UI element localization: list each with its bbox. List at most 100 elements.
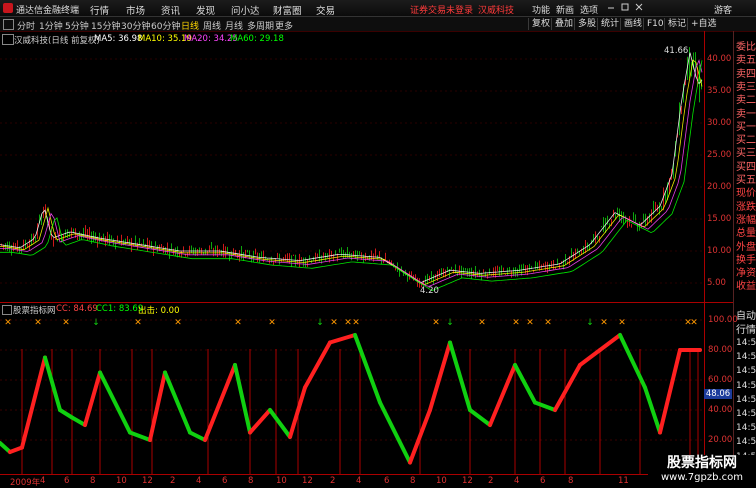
oscillator-segment — [618, 333, 647, 390]
menu-news[interactable]: 资讯 — [161, 3, 180, 17]
month-label: 12 — [462, 476, 473, 486]
menu-wealth[interactable]: 财富圈 — [273, 3, 302, 17]
menu-market[interactable]: 市场 — [126, 3, 145, 17]
month-label: 10 — [276, 476, 287, 486]
oscillator-segment — [58, 408, 74, 420]
menu-discover[interactable]: 发现 — [196, 3, 215, 17]
cc-value: CC: 84.69 — [56, 304, 98, 314]
signal-marker: ✕ — [690, 318, 698, 328]
menu-ask[interactable]: 问小达 — [231, 3, 260, 17]
top-stock-name: 汉威科技 — [478, 6, 515, 16]
exit-value: 出击: 0.00 — [138, 306, 180, 316]
menu-options[interactable]: 选项 — [580, 3, 598, 16]
price-tick-40: 40.00 — [707, 54, 732, 64]
oscillator-segment — [203, 363, 237, 442]
low-price-label: 4.20 — [420, 286, 439, 296]
oscillator-segment — [0, 441, 12, 454]
oscillator-segment — [83, 370, 102, 427]
oscillator-segment — [248, 408, 272, 435]
price-tick-15: 15.00 — [707, 214, 732, 224]
month-label: 11 — [618, 476, 629, 486]
price-tick-20: 20.00 — [707, 182, 732, 192]
price-tick-10: 10.00 — [707, 246, 732, 256]
indicator-name[interactable]: 股票指标网 — [13, 304, 56, 316]
signal-marker: ✕ — [432, 318, 440, 328]
user-label[interactable]: 游客 — [714, 3, 732, 16]
ind-tick-100: 100.00 — [708, 315, 738, 325]
oscillator-segment — [428, 340, 452, 412]
signal-marker: ✕ — [344, 318, 352, 328]
watermark-url: www.7gpzb.com — [661, 472, 743, 483]
month-label: 2 — [488, 476, 494, 486]
signal-marker: ✕ — [4, 318, 12, 328]
month-label: 4 — [514, 476, 520, 486]
login-warning[interactable]: 证券交易未登录 — [410, 3, 473, 16]
month-label: 8 — [410, 476, 416, 486]
ind-tick-20: 20.00 — [708, 435, 733, 445]
sidebar-lower-item[interactable]: 行情 — [736, 321, 756, 337]
month-label: 4 — [40, 476, 46, 486]
oscillator-segment — [448, 340, 472, 412]
sidebar-item[interactable]: 收益 — [736, 277, 756, 293]
stats-button[interactable]: 统计 — [597, 18, 622, 30]
oscillator-segment — [513, 363, 537, 405]
close-icon[interactable] — [634, 2, 644, 12]
oscillator-segment — [643, 385, 662, 435]
multi-stock-button[interactable]: 多股 — [574, 18, 599, 30]
signal-marker: ✕ — [34, 318, 42, 328]
oscillator-segment — [188, 430, 207, 442]
signal-marker: ↓ — [446, 318, 454, 328]
signal-marker: ↓ — [586, 318, 594, 328]
month-label: 10 — [436, 476, 447, 486]
oscillator-segment — [533, 400, 557, 412]
indicator-toggle-icon[interactable] — [2, 305, 12, 315]
high-price-label: 41.66 — [664, 46, 689, 56]
signal-marker: ✕ — [526, 318, 534, 328]
menu-trade[interactable]: 交易 — [316, 3, 335, 17]
oscillator-segment — [268, 408, 292, 439]
kline-chart[interactable]: ✕ ✕ ✕ ↓ ✕ ✕ ✕ ✕ ↓ ✕ ✕ ✕ ✕ ↓ ✕ ✕ ✕ ✕ ↓ ✕ ✕ ✕✕ — [0, 31, 756, 487]
adjust-button[interactable]: 复权 — [528, 18, 553, 30]
signal-marker: ✕ — [134, 318, 142, 328]
month-label: 6 — [384, 476, 390, 486]
ind-tick-40: 40.00 — [708, 405, 733, 415]
menu-new[interactable]: 新画 — [556, 3, 574, 16]
overlay-button[interactable]: 叠加 — [551, 18, 576, 30]
moving-average-line — [0, 60, 703, 292]
oscillator-segment — [488, 363, 517, 427]
ma5-label: MA5: 36.98 — [94, 34, 143, 44]
menu-function[interactable]: 功能 — [532, 3, 550, 16]
mark-button[interactable]: 标记 — [664, 18, 689, 30]
stock-legend-name: 汉威科技(日线 前复权) — [14, 36, 100, 46]
oscillator-segment — [98, 370, 132, 435]
cc1-value: CC1: 83.69 — [96, 304, 144, 314]
oscillator-segment — [658, 348, 682, 435]
month-label: 10 — [116, 476, 127, 486]
add-favorite-button[interactable]: +自选 — [687, 18, 720, 30]
month-label: 4 — [356, 476, 362, 486]
month-label: 6 — [64, 476, 70, 486]
price-tick-30: 30.00 — [707, 118, 732, 128]
month-label: 8 — [90, 476, 96, 486]
layout-icon[interactable] — [3, 19, 14, 30]
oscillator-segment — [163, 370, 192, 435]
oscillator-segment — [233, 363, 252, 435]
price-tick-25: 25.00 — [707, 150, 732, 160]
signal-marker: ✕ — [174, 318, 182, 328]
legend-toggle-icon[interactable] — [2, 34, 14, 45]
draw-button[interactable]: 画线 — [620, 18, 645, 30]
minimize-icon[interactable] — [606, 2, 616, 12]
oscillator-segment — [468, 408, 492, 427]
menu-quotes[interactable]: 行情 — [90, 3, 109, 17]
signal-marker: ↓ — [92, 318, 100, 328]
oscillator-segment — [598, 333, 622, 352]
signal-marker: ✕ — [268, 318, 276, 328]
oscillator-segment — [20, 355, 47, 450]
month-label: 8 — [248, 476, 254, 486]
signal-marker: ✕ — [618, 318, 626, 328]
oscillator-segment — [353, 333, 382, 405]
month-label: 8 — [568, 476, 574, 486]
maximize-icon[interactable] — [620, 2, 630, 12]
month-label: 2 — [330, 476, 336, 486]
price-tick-5: 5.00 — [707, 278, 726, 288]
